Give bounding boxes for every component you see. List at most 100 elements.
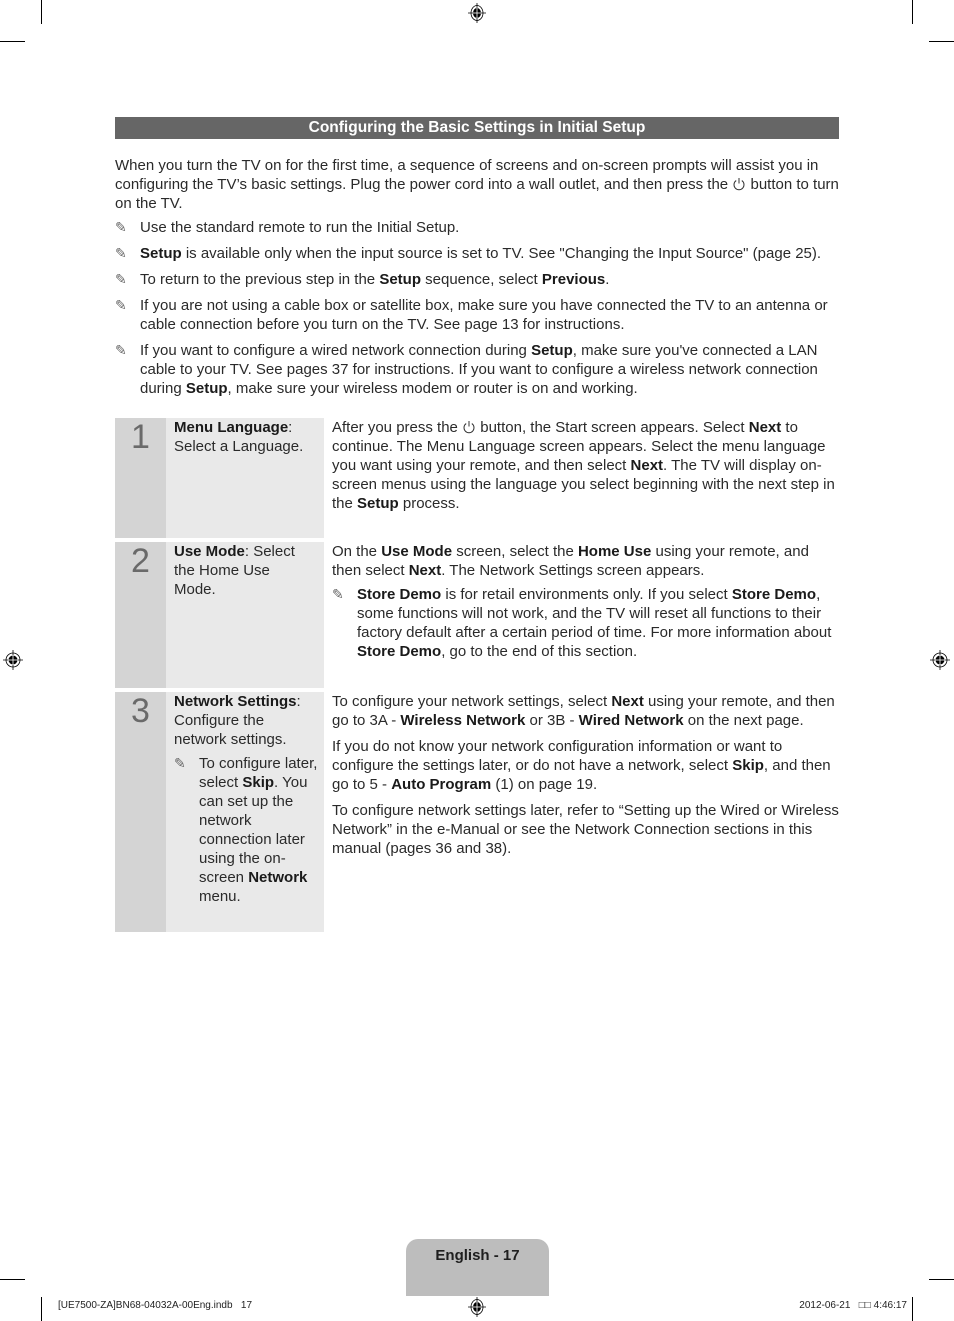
note-item: ✎ If you are not using a cable box or sat… (115, 296, 839, 334)
bold-term: Skip (242, 774, 275, 791)
note-pencil-icon: ✎ (115, 245, 127, 261)
bold-term: Setup (140, 245, 182, 262)
bold-term: Setup (357, 495, 399, 512)
bold-term: Next (408, 562, 442, 579)
text-run: button, the Start screen appears. Select (476, 419, 749, 436)
step-paragraph: To configure network settings later, ref… (332, 801, 839, 858)
bold-term: Use Mode (174, 543, 245, 560)
step-description: Use Mode: Select the Home Use Mode. (166, 542, 324, 688)
note-item: ✎ If you want to configure a wired networ… (115, 341, 839, 398)
bold-term: Store Demo (357, 643, 442, 660)
text-run: (1) on page 19. (491, 776, 598, 793)
step-row: 3 Network Settings: Configure the network… (115, 692, 839, 932)
power-icon (733, 178, 745, 191)
text-run: menu. (199, 888, 241, 905)
step-paragraph: If you do not know your network configur… (332, 737, 839, 794)
registration-mark-icon (930, 650, 950, 670)
note-item: ✎ Use the standard remote to run the Init… (115, 218, 839, 237)
note-pencil-icon: ✎ (115, 297, 127, 313)
text-run: , make sure your wireless modem or route… (227, 380, 638, 397)
bold-term: Wireless Network (400, 712, 526, 729)
bold-term: Skip (732, 757, 764, 774)
note-pencil-icon: ✎ (174, 755, 186, 771)
bold-term: Network Settings (174, 693, 297, 710)
note-text: Use the standard remote to run the Initi… (140, 218, 839, 237)
step-title: Use Mode: Select the Home Use Mode. (174, 542, 324, 599)
text-run: sequence, select (420, 271, 542, 288)
bold-term: Home Use (577, 543, 652, 560)
note-item: ✎ Setup is available only when the input … (115, 244, 839, 263)
bold-term: Use Mode (381, 543, 453, 560)
registration-mark-icon (468, 1297, 486, 1317)
step-title: Menu Language: Select a Language. (174, 418, 324, 456)
step-description: Menu Language: Select a Language. (166, 418, 324, 538)
bold-term: Previous (541, 271, 606, 288)
note-text: To return to the previous step in the Se… (140, 270, 839, 289)
bold-term: Setup (379, 271, 421, 288)
note-pencil-icon: ✎ (115, 271, 127, 287)
bold-term: Wired Network (578, 712, 684, 729)
step-title: Network Settings: Configure the network … (174, 692, 324, 749)
note-text: To configure later, select Skip. You can… (199, 754, 324, 906)
bold-term: Menu Language (174, 419, 289, 436)
bold-term: Network (248, 869, 308, 886)
text-run: On the (332, 543, 382, 560)
note-text: If you want to configure a wired network… (140, 341, 839, 398)
bold-term: Next (748, 419, 782, 436)
text-run: . (605, 271, 610, 288)
step-description: Network Settings: Configure the network … (166, 692, 324, 932)
step-paragraph: On the Use Mode screen, select the Home … (332, 542, 839, 580)
crop-mark-top-left-v (41, 0, 42, 24)
note-item: ✎ To return to the previous step in the S… (115, 270, 839, 289)
text-run: After you press the (332, 419, 463, 436)
note-pencil-icon: ✎ (332, 586, 344, 602)
step-number: 1 (115, 418, 166, 538)
crop-mark-top-right-h (929, 41, 954, 42)
text-run: If you do not know your network configur… (332, 738, 783, 774)
note-text: If you are not using a cable box or sate… (140, 296, 839, 334)
section-title: Configuring the Basic Settings in Initia… (115, 117, 839, 139)
text-run: process. (398, 495, 460, 512)
crop-mark-bottom-right-v (912, 1297, 913, 1321)
step-body: To configure your network settings, sele… (324, 692, 839, 932)
text-run: screen, select the (452, 543, 578, 560)
notes-list: ✎ Use the standard remote to run the Init… (115, 218, 839, 405)
step-description-note: ✎ To configure later, select Skip. You ca… (174, 754, 324, 906)
registration-mark-icon (468, 3, 486, 23)
text-run: , go to the end of this section. (441, 643, 638, 660)
crop-mark-bottom-left-h (0, 1279, 25, 1280)
bold-term: Next (611, 693, 644, 710)
text-run: or 3B - (525, 712, 579, 729)
note-text: Store Demo is for retail environments on… (357, 585, 839, 661)
step-note: ✎ Store Demo is for retail environments o… (332, 585, 839, 661)
intro-paragraph: When you turn the TV on for the first ti… (115, 156, 839, 213)
step-number: 3 (115, 692, 166, 932)
text-run: Use the standard remote to run the Initi… (140, 219, 460, 236)
bold-term: Next (630, 457, 664, 474)
text-run: on the next page. (683, 712, 804, 729)
bold-term: Auto Program (391, 776, 492, 793)
page-number-tab: English - 17 (406, 1239, 549, 1296)
step-paragraph: To configure your network settings, sele… (332, 692, 839, 730)
intro-text: When you turn the TV on for the first ti… (115, 157, 819, 193)
text-run: . The Network Settings screen appears. (441, 562, 705, 579)
step-row: 2 Use Mode: Select the Home Use Mode. On t… (115, 542, 839, 688)
step-body: After you press the button, the Start sc… (324, 418, 839, 538)
bold-term: Store Demo (731, 586, 817, 603)
step-row: 1 Menu Language: Select a Language. After … (115, 418, 839, 538)
text-run: is for retail environments only. If you … (441, 586, 732, 603)
crop-mark-top-right-v (912, 0, 913, 24)
text-run: To return to the previous step in the (140, 271, 380, 288)
note-text: Setup is available only when the input s… (140, 244, 839, 263)
step-number: 2 (115, 542, 166, 688)
crop-mark-top-left-h (0, 41, 25, 42)
crop-mark-bottom-right-h (929, 1279, 954, 1280)
text-run: To configure network settings later, ref… (332, 802, 839, 857)
step-paragraph: After you press the button, the Start sc… (332, 418, 839, 513)
text-run: If you want to configure a wired network… (140, 342, 532, 359)
bold-term: Setup (185, 380, 228, 397)
step-body: On the Use Mode screen, select the Home … (324, 542, 839, 688)
bold-term: Setup (531, 342, 573, 359)
note-pencil-icon: ✎ (115, 219, 127, 235)
bold-term: Store Demo (357, 586, 442, 603)
